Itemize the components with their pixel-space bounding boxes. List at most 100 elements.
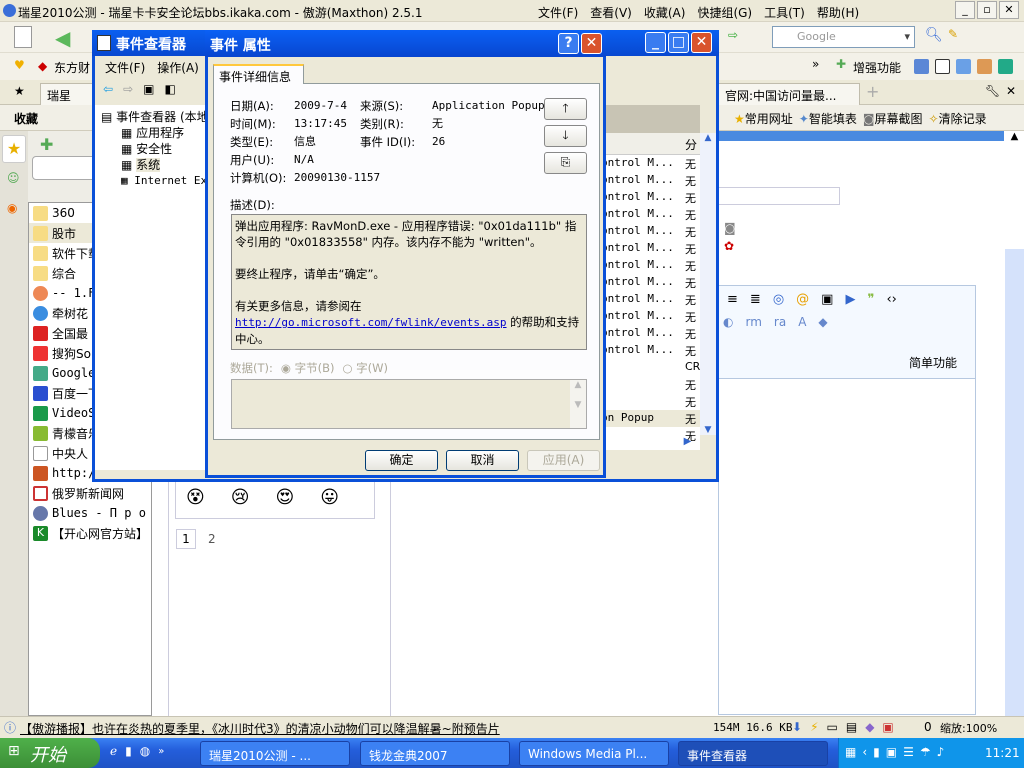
tray-icon[interactable]: ▮	[873, 745, 880, 759]
show-tree-icon[interactable]: ◧	[164, 82, 175, 96]
clear-history-button[interactable]: ✧清除记录	[929, 110, 987, 127]
page-2-link[interactable]: 2	[208, 532, 216, 546]
event-row[interactable]: ontrol M... 无	[605, 155, 700, 172]
next-event-button[interactable]: 🡓	[544, 125, 587, 147]
tab-china-site[interactable]: 官网:中国访问量最...	[718, 83, 860, 105]
apply-button[interactable]: 应用(A)	[527, 450, 600, 471]
screenshot-button[interactable]: ◙屏幕截图	[863, 110, 923, 127]
rose-icon[interactable]: ✿	[724, 239, 734, 253]
ev-menu-file[interactable]: 文件(F)	[105, 59, 145, 76]
ie-icon[interactable]: ℯ	[110, 744, 117, 758]
favorites-star-icon[interactable]: ★	[2, 135, 26, 163]
zoom-level[interactable]: 缩放:100%	[940, 720, 997, 736]
image-icon[interactable]: ▣	[821, 292, 833, 307]
smiley-icon[interactable]: 😛	[320, 487, 339, 508]
description-text[interactable]: 弹出应用程序: RavMonD.exe - 应用程序错误: "0x01da111…	[231, 214, 587, 350]
tab-event-details[interactable]: 事件详细信息	[213, 64, 304, 84]
close-button[interactable]: ✕	[999, 1, 1019, 19]
tree-root[interactable]: ▤ 事件查看器 (本地)	[95, 105, 213, 125]
ra-icon[interactable]: ra	[774, 315, 786, 329]
popup-icon[interactable]: ▣	[882, 720, 893, 734]
task-media-player[interactable]: Windows Media Pl...	[519, 741, 669, 766]
page-scrollbar[interactable]: ▲	[1005, 131, 1024, 716]
new-tab-icon[interactable]: +	[866, 82, 879, 101]
umbrella-icon[interactable]: ☂	[920, 745, 931, 759]
volume-icon[interactable]: ♪	[937, 745, 945, 759]
fav-item[interactable]: 俄罗斯新闻网	[29, 483, 151, 503]
data-scrollbar[interactable]: ▲ ▼	[570, 380, 586, 428]
help-link[interactable]: http://go.microsoft.com/fwlink/events.as…	[235, 316, 507, 329]
task-qianlong[interactable]: 钱龙金典2007	[360, 741, 510, 766]
category-column-header[interactable]: 分	[685, 136, 697, 153]
flash-icon[interactable]: ◐	[723, 315, 733, 329]
ev-list-scrollbar[interactable]: ▲ ▼	[700, 133, 716, 435]
tree-item-ie[interactable]: ▦ Internet Ex	[121, 173, 207, 189]
add-favorite-icon[interactable]: ✚	[40, 135, 53, 154]
event-row[interactable]: ontrol M... 无	[605, 291, 700, 308]
forward-group-icon[interactable]: ⇨	[728, 28, 738, 42]
scroll-right[interactable]: ▶	[675, 436, 700, 452]
ev-minimize-button[interactable]: _	[645, 32, 666, 53]
notes-icon[interactable]	[956, 59, 971, 74]
menu-favorites[interactable]: 收藏(A)	[644, 6, 686, 20]
tree-item-application[interactable]: ▦ 应用程序	[121, 125, 205, 141]
network-icon[interactable]: ▣	[886, 745, 897, 759]
previous-event-button[interactable]: 🡑	[544, 98, 587, 120]
tray-icon[interactable]: ☰	[903, 745, 914, 759]
plugin-icon[interactable]	[914, 59, 929, 74]
scroll-up[interactable]: ▲	[1005, 131, 1024, 151]
ev-close-button[interactable]: ✕	[691, 32, 712, 53]
task-browser[interactable]: 瑞星2010公测 - ...	[200, 741, 350, 766]
wrench-icon[interactable]: 🔧︎	[985, 84, 1000, 98]
restore-button[interactable]: ▫	[977, 1, 997, 19]
event-row[interactable]: ontrol M... 无	[605, 325, 700, 342]
new-page-icon[interactable]	[14, 26, 32, 48]
tray-expand-icon[interactable]: ‹	[862, 745, 867, 759]
font-icon[interactable]: A	[798, 315, 806, 329]
search-icon[interactable]: 🔍︎	[925, 27, 943, 43]
scroll-down[interactable]: ▼	[700, 425, 716, 435]
ok-button[interactable]: 确定	[365, 450, 438, 471]
quote-icon[interactable]: ❞	[867, 292, 874, 307]
event-row[interactable]: ontrol M... 无	[605, 206, 700, 223]
cancel-button[interactable]: 取消	[446, 450, 519, 471]
window-icon[interactable]	[935, 59, 950, 74]
task-event-viewer[interactable]: 事件查看器	[678, 741, 828, 766]
highlight-icon[interactable]: ✎	[948, 27, 958, 41]
event-row[interactable]: 无	[605, 393, 700, 410]
dialog-title-bar[interactable]: 事件 属性 ? ✕	[205, 30, 606, 57]
list-header[interactable]: 分	[605, 133, 700, 155]
text-input[interactable]	[712, 187, 840, 205]
download-icon[interactable]: ⬇	[792, 720, 802, 734]
page-1-link[interactable]: 1	[176, 529, 196, 549]
tree-item-system[interactable]: ▦ 系统	[121, 157, 205, 173]
link-icon[interactable]: ◎	[773, 292, 784, 307]
radio-words[interactable]: ○ 字(W)	[342, 360, 388, 376]
help-button[interactable]: ?	[558, 33, 579, 54]
more-chevron-icon[interactable]: »	[812, 57, 819, 71]
event-row[interactable]: ontrol M... 无	[605, 223, 700, 240]
smiley-icon[interactable]: 😍	[276, 487, 295, 508]
event-row[interactable]: ontrol M... 无	[605, 240, 700, 257]
fav-item[interactable]: K 【开心网官方站】	[29, 523, 151, 543]
ev-maximize-button[interactable]: □	[668, 32, 689, 53]
autofill-button[interactable]: ✦智能填表	[799, 110, 857, 127]
diamond-icon[interactable]: ◆	[865, 720, 874, 734]
menu-tools[interactable]: 工具(T)	[764, 6, 805, 20]
media-icon[interactable]: ▶	[845, 292, 855, 307]
common-sites-button[interactable]: ★常用网址	[734, 110, 793, 127]
fav-item[interactable]: Blues - П р о с	[29, 503, 151, 523]
app-icon[interactable]: ◍	[140, 744, 150, 758]
event-row[interactable]: ontrol M... 无	[605, 308, 700, 325]
menu-groups[interactable]: 快捷组(G)	[697, 6, 752, 20]
data-textarea[interactable]: ▲ ▼	[231, 379, 587, 429]
tab-ruixing[interactable]: 瑞星	[40, 83, 100, 105]
back-icon[interactable]: ⇦	[103, 82, 113, 96]
event-row[interactable]: ontrol M... 无	[605, 189, 700, 206]
bookmark-dongfang[interactable]: 东方财	[54, 59, 90, 76]
copy-button[interactable]: ⎘	[544, 152, 587, 174]
rm-icon[interactable]: rm	[745, 315, 761, 329]
align-center-icon[interactable]: ≡	[727, 292, 738, 307]
user-icon[interactable]: ☺	[7, 171, 20, 185]
event-row[interactable]: 无	[605, 376, 700, 393]
